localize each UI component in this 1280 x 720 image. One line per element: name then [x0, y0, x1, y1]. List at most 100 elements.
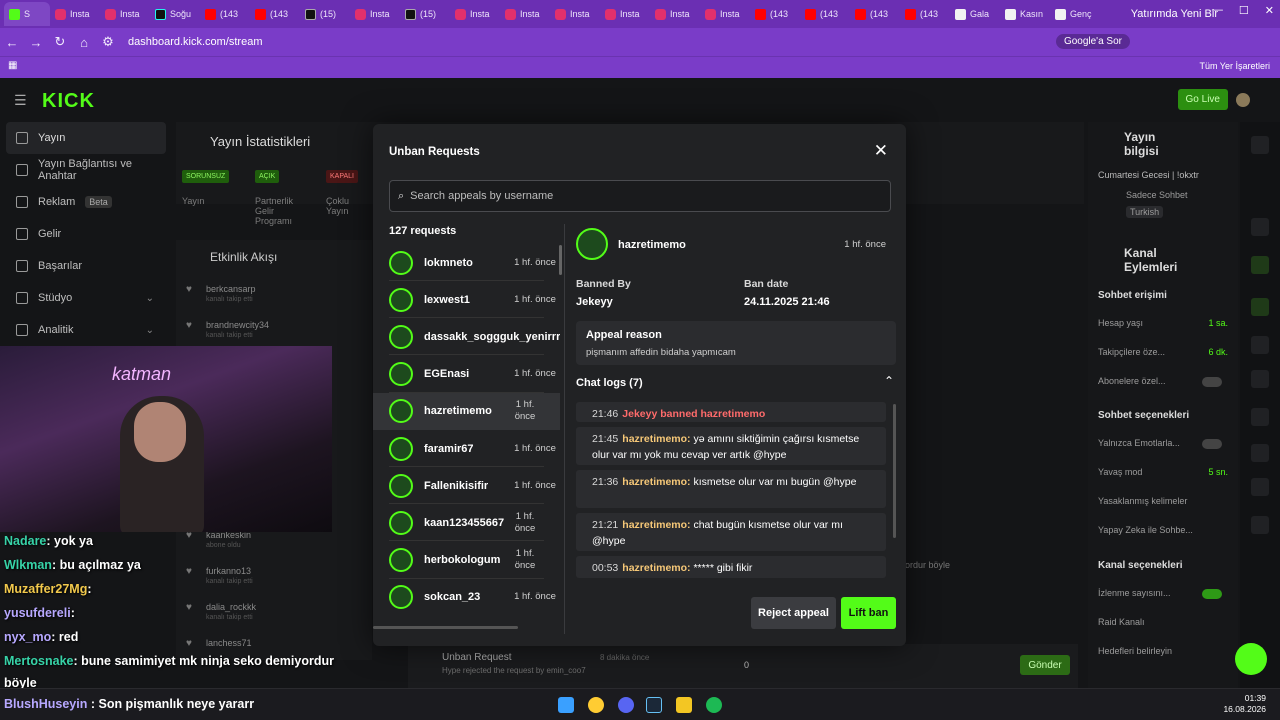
rail-tool-icon[interactable]	[1251, 444, 1269, 462]
apps-grid-icon[interactable]: ▦	[8, 60, 17, 71]
chat-logs-header[interactable]: Chat logs (7)	[576, 377, 643, 389]
browser-tab[interactable]: (143	[750, 2, 800, 26]
request-list-item[interactable]: sokcan_23 1 hf. önce	[373, 579, 560, 616]
request-list-item[interactable]: EGEnasi 1 hf. önce	[373, 356, 560, 393]
browser-tab[interactable]: (143	[800, 2, 850, 26]
setting-row[interactable]: Yapay Zeka ile Sohbe...	[1098, 525, 1228, 535]
tab-label: Insta	[470, 9, 490, 19]
rail-tool-icon[interactable]	[1251, 370, 1269, 388]
chevron-up-icon[interactable]: ⌃	[884, 374, 894, 388]
browser-tab[interactable]: Kasın	[1000, 2, 1050, 26]
request-list-item[interactable]: dassakk_soggguk_yenirrrss	[373, 318, 560, 355]
sidebar-item[interactable]: Yayın	[6, 122, 166, 154]
rail-tool-icon[interactable]	[1251, 478, 1269, 496]
ig-icon	[655, 8, 666, 20]
discord-icon[interactable]	[618, 697, 634, 713]
browser-tab[interactable]: Insta	[600, 2, 650, 26]
url-field[interactable]: dashboard.kick.com/stream	[128, 36, 263, 48]
tab-label: Insta	[70, 9, 90, 19]
rail-tool-icon[interactable]	[1251, 256, 1269, 274]
home-icon[interactable]: ⌂	[72, 35, 96, 50]
menu-icon[interactable]: ☰	[14, 92, 27, 109]
maximize-icon[interactable]: ☐	[1239, 4, 1249, 17]
steam-icon[interactable]	[646, 697, 662, 713]
sidebar-item[interactable]: Stüdyo ⌄	[0, 282, 172, 314]
user-avatar	[389, 250, 413, 275]
reject-appeal-button[interactable]: Reject appeal	[751, 597, 836, 629]
send-button[interactable]: Gönder	[1020, 655, 1070, 675]
rail-tool-icon[interactable]	[1251, 336, 1269, 354]
sidebar-item[interactable]: Yayın Bağlantısı ve Anahtar	[0, 154, 172, 186]
list-hscrollbar[interactable]	[373, 626, 518, 629]
request-list-item[interactable]: kaan123455667 1 hf. önce	[373, 504, 560, 541]
site-info-icon[interactable]: ⚙	[96, 34, 120, 50]
search-box[interactable]: ⌕	[389, 180, 891, 212]
setting-row[interactable]: Yasaklanmış kelimeler	[1098, 496, 1228, 506]
sidebar-item[interactable]: Reklam Beta	[0, 186, 172, 218]
list-scrollbar[interactable]	[559, 245, 562, 275]
chrome-icon[interactable]	[588, 697, 604, 713]
start-icon[interactable]	[558, 697, 574, 713]
request-list-item[interactable]: faramir67 1 hf. önce	[373, 430, 560, 467]
sidebar-item[interactable]: Gelir	[0, 218, 172, 250]
spotify-icon[interactable]	[706, 697, 722, 713]
setting-row[interactable]: Hedefleri belirleyin	[1098, 646, 1228, 656]
browser-tab[interactable]: (143	[900, 2, 950, 26]
browser-tab[interactable]: Insta	[550, 2, 600, 26]
chevron-down-icon[interactable]: ⌄	[146, 325, 154, 336]
log-username: hazretimemo:	[622, 562, 691, 574]
google-ask-button[interactable]: Google'a Sor	[1055, 34, 1130, 49]
toggle-switch[interactable]	[1202, 377, 1222, 387]
browser-tab[interactable]: (15)	[300, 2, 350, 26]
kick-logo[interactable]: KICK	[42, 90, 95, 113]
folder-icon[interactable]	[676, 697, 692, 713]
request-list-item[interactable]: Fallenikisifir 1 hf. önce	[373, 467, 560, 504]
request-list-item[interactable]: hazretimemo 1 hf. önce	[373, 392, 560, 430]
browser-tab[interactable]: Soğu	[150, 2, 200, 26]
support-fab-icon[interactable]	[1235, 643, 1267, 675]
sidebar-item[interactable]: Analitik ⌄	[0, 314, 172, 346]
stat-label-multistream: Çoklu Yayın	[326, 196, 350, 216]
forward-icon[interactable]: →	[24, 35, 48, 50]
browser-tab[interactable]: (15)	[400, 2, 450, 26]
request-list-item[interactable]: lokmneto 1 hf. önce	[373, 244, 560, 281]
browser-tab[interactable]: Insta	[350, 2, 400, 26]
browser-tab[interactable]: (143	[250, 2, 300, 26]
minimize-icon[interactable]: —	[1212, 4, 1223, 17]
toggle-switch[interactable]	[1202, 589, 1222, 599]
browser-tab[interactable]: Insta	[500, 2, 550, 26]
browser-tab[interactable]: Insta	[650, 2, 700, 26]
setting-row[interactable]: Raid Kanalı	[1098, 617, 1228, 627]
rail-tool-icon[interactable]	[1251, 136, 1269, 154]
user-avatar[interactable]	[1236, 93, 1250, 107]
logs-scrollbar[interactable]	[893, 404, 896, 538]
rail-tool-icon[interactable]	[1251, 408, 1269, 426]
browser-tab[interactable]: S	[4, 2, 50, 26]
chevron-down-icon[interactable]: ⌄	[146, 293, 154, 304]
browser-tab[interactable]: (143	[200, 2, 250, 26]
browser-tab[interactable]: (143	[850, 2, 900, 26]
browser-tab[interactable]: Gala	[950, 2, 1000, 26]
browser-tab[interactable]: Insta	[700, 2, 750, 26]
go-live-button[interactable]: Go Live	[1177, 89, 1228, 110]
lift-ban-button[interactable]: Lift ban	[841, 597, 896, 629]
search-input[interactable]	[410, 190, 871, 202]
rail-tool-icon[interactable]	[1251, 218, 1269, 236]
request-username: sokcan_23	[424, 591, 481, 604]
rail-tool-icon[interactable]	[1251, 298, 1269, 316]
sidebar-item[interactable]: Başarılar	[0, 250, 172, 282]
request-list-item[interactable]: herbokologum 1 hf. önce	[373, 542, 560, 579]
browser-tab[interactable]: Insta	[450, 2, 500, 26]
close-icon[interactable]: ✕	[874, 141, 888, 161]
rail-tool-icon[interactable]	[1251, 516, 1269, 534]
toggle-switch[interactable]	[1202, 439, 1222, 449]
close-window-icon[interactable]: ✕	[1265, 4, 1274, 17]
browser-tab[interactable]: Insta	[100, 2, 150, 26]
back-icon[interactable]: ←	[0, 35, 24, 50]
all-bookmarks-link[interactable]: Tüm Yer İşaretleri	[1199, 61, 1270, 71]
reload-icon[interactable]: ↻	[48, 34, 72, 50]
browser-tab[interactable]: Genç	[1050, 2, 1100, 26]
browser-tab[interactable]: Insta	[50, 2, 100, 26]
stream-title-text: Cumartesi Gecesi | !okxtr	[1098, 170, 1199, 180]
request-list-item[interactable]: lexwest1 1 hf. önce	[373, 281, 560, 318]
